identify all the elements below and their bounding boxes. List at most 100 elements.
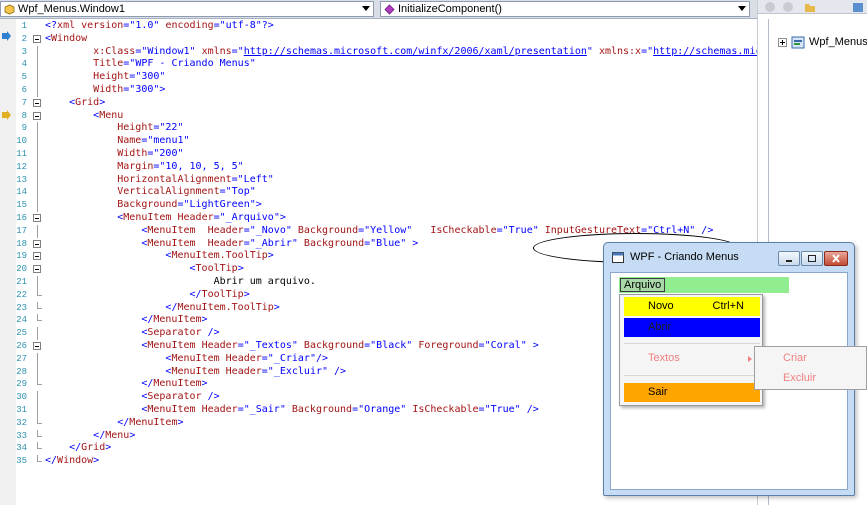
code-text: Name="menu1" xyxy=(45,135,189,148)
code-text: </ToolTip> xyxy=(45,289,250,302)
code-line[interactable]: 15 Background="LightGreen"> xyxy=(0,199,757,212)
code-line[interactable]: 12 Margin="10, 10, 5, 5" xyxy=(0,160,757,174)
code-line[interactable]: 1 <?xml version="1.0" encoding="utf-8"?> xyxy=(0,20,757,33)
code-token: ="_Sair" xyxy=(237,404,292,415)
class-dropdown-value: Wpf_Menus.Window1 xyxy=(18,3,125,15)
outline-gutter[interactable] xyxy=(32,33,42,46)
outline-gutter[interactable] xyxy=(32,97,42,110)
code-line[interactable]: 4 Title="WPF - Criando Menus" xyxy=(0,58,757,72)
code-token: =" xyxy=(641,45,654,57)
folder-icon[interactable] xyxy=(804,1,816,13)
line-number: 33 xyxy=(16,430,27,441)
code-line[interactable]: 13 HorizontalAlignment="Left" xyxy=(0,173,757,187)
code-token: ="Blue" > xyxy=(364,237,419,249)
outline-gutter[interactable] xyxy=(32,212,42,225)
tree-item-project[interactable]: Wpf_Menus xyxy=(778,35,867,49)
collapse-icon[interactable] xyxy=(33,111,41,120)
outline-gutter[interactable] xyxy=(32,110,42,123)
minimize-button[interactable] xyxy=(778,251,800,266)
code-token: ="Window1" xyxy=(135,45,202,57)
line-number: 13 xyxy=(16,174,27,185)
chevron-down-icon xyxy=(738,6,746,11)
outline-line xyxy=(37,148,38,161)
collapse-icon[interactable] xyxy=(33,214,41,222)
collapse-icon[interactable] xyxy=(33,98,41,107)
code-line[interactable]: 6 Width="300"> xyxy=(0,84,757,97)
menu-item-sair[interactable]: Sair xyxy=(624,383,760,402)
code-line[interactable]: 3 x:Class="Window1" xmlns="http://schema… xyxy=(0,45,757,59)
code-token: Header xyxy=(177,212,214,223)
line-number: 26 xyxy=(16,341,27,351)
window-title: WPF - Criando Menus xyxy=(630,251,739,263)
code-token: ="_Novo" xyxy=(243,224,298,236)
outline-gutter[interactable] xyxy=(32,263,42,276)
outline-end xyxy=(37,314,42,322)
properties-icon[interactable] xyxy=(852,1,864,13)
maximize-icon xyxy=(808,255,816,262)
code-token: /> xyxy=(201,327,220,339)
code-token: ="_Abrir" xyxy=(243,237,304,249)
code-line[interactable]: 10 Name="menu1" xyxy=(0,135,757,148)
member-dropdown[interactable]: InitializeComponent() xyxy=(380,1,750,17)
code-line[interactable]: 5 Height="300" xyxy=(0,71,757,84)
collapse-icon[interactable] xyxy=(33,252,41,261)
line-number: 23 xyxy=(16,302,27,313)
code-token: </ xyxy=(141,378,154,390)
menu-bar: Arquivo xyxy=(619,277,789,293)
code-line[interactable]: 2 <Window xyxy=(0,33,757,46)
collapse-icon[interactable] xyxy=(33,265,41,274)
collapse-icon[interactable] xyxy=(33,34,41,43)
code-line[interactable]: 9 Height="22" xyxy=(0,122,757,136)
line-number: 25 xyxy=(16,328,27,339)
outline-gutter[interactable] xyxy=(32,340,42,353)
collapse-icon[interactable] xyxy=(33,239,41,248)
expand-icon[interactable] xyxy=(778,37,787,47)
menu-item-textos[interactable]: Textos xyxy=(624,349,760,368)
menu-arquivo[interactable]: Arquivo xyxy=(620,278,666,292)
menu-item-novo[interactable]: Novo Ctrl+N xyxy=(624,297,760,316)
code-token: ="200" xyxy=(147,148,184,159)
line-number: 28 xyxy=(16,366,27,377)
outline-gutter xyxy=(32,71,42,84)
menu-item-abrir[interactable]: Abrir xyxy=(624,318,760,337)
code-line[interactable]: 16 <MenuItem Header="_Arquivo"> xyxy=(0,212,757,225)
collapse-icon[interactable] xyxy=(33,342,41,350)
outline-line xyxy=(37,327,38,340)
class-dropdown[interactable]: Wpf_Menus.Window1 xyxy=(0,1,374,17)
menu-item-excluir[interactable]: Excluir xyxy=(759,369,859,387)
outline-line xyxy=(37,71,38,84)
code-token: ="utf-8"?> xyxy=(213,20,274,31)
close-button[interactable] xyxy=(824,251,848,266)
outline-line xyxy=(37,58,38,72)
outline-gutter xyxy=(32,301,42,315)
code-token: http://schemas.micro xyxy=(653,45,757,57)
code-line[interactable]: 7 <Grid> xyxy=(0,97,757,110)
code-token: > xyxy=(201,314,208,326)
code-text: </MenuItem> xyxy=(45,417,183,430)
textos-submenu: Criar Excluir xyxy=(754,346,867,390)
code-token: Window xyxy=(51,32,88,44)
code-token: " xyxy=(586,45,599,57)
code-line[interactable]: 8 <Menu xyxy=(0,110,757,123)
line-number: 8 xyxy=(21,110,27,121)
code-token: </ xyxy=(165,301,178,313)
code-line[interactable]: 11 Width="200" xyxy=(0,148,757,161)
code-token: ="Orange" xyxy=(352,404,413,415)
code-text: </MenuItem.ToolTip> xyxy=(45,301,279,315)
forward-icon[interactable] xyxy=(782,1,794,13)
code-token: > xyxy=(243,288,250,300)
maximize-button[interactable] xyxy=(801,251,823,266)
outline-gutter[interactable] xyxy=(32,250,42,263)
code-token: Header xyxy=(207,237,244,249)
menu-item-criar[interactable]: Criar xyxy=(759,349,859,367)
line-number: 3 xyxy=(21,46,27,57)
code-line[interactable]: 14 VerticalAlignment="Top" xyxy=(0,186,757,200)
code-token: MenuItem xyxy=(153,314,202,326)
back-icon[interactable] xyxy=(764,1,776,13)
outline-gutter[interactable] xyxy=(32,238,42,251)
